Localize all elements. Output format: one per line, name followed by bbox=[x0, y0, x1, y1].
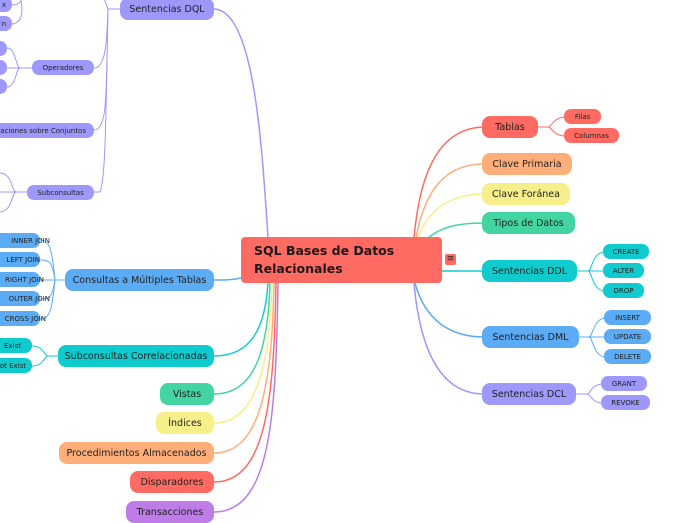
root-topic[interactable]: SQL Bases de Datos Relacionales bbox=[241, 237, 442, 283]
topic-sentencias-dcl[interactable]: Sentencias DCL bbox=[482, 383, 576, 405]
topic-sentencias-dql[interactable]: Sentencias DQL bbox=[120, 0, 214, 20]
subtopic-grant[interactable]: GRANT bbox=[601, 376, 647, 391]
topic-label: Tablas bbox=[495, 121, 525, 133]
topic-sentencias-dml[interactable]: Sentencias DML bbox=[482, 326, 579, 348]
subtopic-inner-join[interactable]: INNER JOIN bbox=[0, 233, 50, 248]
subtopic-not-exist[interactable]: Not Exist bbox=[0, 358, 32, 373]
topic-label: Clave Foránea bbox=[492, 188, 560, 200]
subtopic-left-join[interactable]: LEFT JOIN bbox=[0, 252, 40, 267]
topic-label: Sentencias DDL bbox=[491, 265, 568, 277]
subtopic-label: GRANT bbox=[611, 379, 637, 388]
subtopic-label: Not Exist bbox=[0, 361, 26, 370]
link-indices bbox=[213, 282, 273, 424]
subtopic-filas[interactable]: Filas bbox=[564, 109, 601, 124]
subtopic-label: LEFT JOIN bbox=[6, 255, 40, 264]
link-multiples bbox=[213, 277, 242, 281]
topic-sentencias-ddl[interactable]: Sentencias DDL bbox=[482, 260, 577, 282]
subtopic-right-join[interactable]: RIGHT JOIN bbox=[0, 272, 44, 287]
subtopic-exist[interactable]: Exist bbox=[0, 338, 32, 353]
link-insert bbox=[579, 317, 607, 338]
subtopic-label: x bbox=[1, 0, 6, 9]
link-dql bbox=[213, 8, 269, 238]
topic-label: Sentencias DQL bbox=[129, 3, 205, 15]
link-operador-3 bbox=[6, 67, 21, 88]
subtopic-label: RIGHT JOIN bbox=[5, 275, 44, 284]
topic-label: Vistas bbox=[172, 388, 202, 400]
link-dcl bbox=[413, 282, 485, 395]
subtopic-operadores[interactable]: Operadores bbox=[32, 60, 94, 75]
topic-procedimientos-almacenados[interactable]: Procedimientos Almacenados bbox=[59, 442, 214, 464]
link-create bbox=[577, 251, 606, 272]
link-tipos-datos bbox=[427, 222, 485, 239]
subtopic-label: Operaciones sobre Conjuntos bbox=[0, 126, 86, 135]
topic-vistas[interactable]: Vistas bbox=[160, 383, 214, 405]
subtopic-label: Exist bbox=[4, 341, 21, 350]
subtopic-label: UPDATE bbox=[613, 332, 642, 341]
topic-disparadores[interactable]: Disparadores bbox=[130, 471, 214, 493]
link-dql-partial-1 bbox=[11, 0, 22, 6]
topic-label: Disparadores bbox=[140, 476, 204, 488]
subtopic-label: CREATE bbox=[612, 247, 640, 256]
subtopic-delete[interactable]: DELETE bbox=[604, 349, 651, 364]
topic-tablas[interactable]: Tablas bbox=[482, 116, 538, 138]
root-title: SQL Bases de Datos Relacionales bbox=[254, 243, 395, 276]
subtopic-label: INNER JOIN bbox=[11, 236, 50, 245]
link-operador-1 bbox=[6, 47, 32, 69]
topic-label: Sentencias DCL bbox=[491, 388, 567, 400]
topic-label: Índices bbox=[168, 417, 202, 429]
subtopic-alter[interactable]: ALTER bbox=[603, 263, 644, 278]
subtopic-columnas[interactable]: Columnas bbox=[564, 128, 619, 143]
menu-icon[interactable]: ≡ bbox=[445, 254, 456, 265]
subtopic-insert[interactable]: INSERT bbox=[604, 310, 651, 325]
subtopic-cross-join[interactable]: CROSS JOIN bbox=[0, 311, 46, 326]
subtopic-label: Subconsultas bbox=[37, 188, 84, 197]
link-subconsulta-3 bbox=[0, 191, 17, 213]
link-correlacionadas bbox=[213, 282, 269, 357]
link-dql-up bbox=[104, 0, 109, 10]
subtopic-label: DELETE bbox=[614, 352, 641, 361]
subtopic-label: DROP bbox=[613, 286, 634, 295]
topic-label: Clave Primaria bbox=[492, 158, 562, 170]
subtopic-label: OUTER JOIN bbox=[8, 294, 50, 303]
subtopic-create[interactable]: CREATE bbox=[603, 244, 649, 259]
link-operadores bbox=[93, 8, 109, 69]
topic-label: Procedimientos Almacenados bbox=[66, 447, 207, 459]
topic-tipos-de-datos[interactable]: Tipos de Datos bbox=[482, 212, 575, 234]
link-subconsulta-1 bbox=[0, 172, 27, 193]
subtopic-label: Operadores bbox=[42, 63, 84, 72]
topic-label: Sentencias DML bbox=[492, 331, 569, 343]
subtopic-label: INSERT bbox=[615, 313, 640, 322]
topic-clave-foranea[interactable]: Clave Foránea bbox=[482, 183, 570, 205]
topic-consultas-multiples-tablas[interactable]: Consultas a Múltiples Tablas bbox=[65, 269, 214, 291]
subtopic-label: Columnas bbox=[574, 131, 609, 140]
topic-clave-primaria[interactable]: Clave Primaria bbox=[482, 153, 572, 175]
link-not-exist bbox=[31, 355, 49, 367]
topic-label: Subconsultas Correlacionadas bbox=[64, 350, 208, 362]
subtopic-label: CROSS JOIN bbox=[4, 314, 46, 323]
link-tablas bbox=[413, 126, 485, 239]
subtopic-update[interactable]: UPDATE bbox=[604, 329, 651, 344]
subtopic-label: n bbox=[1, 19, 6, 28]
topic-indices[interactable]: Índices bbox=[156, 412, 214, 434]
subtopic-subconsultas[interactable]: Subconsultas bbox=[27, 185, 94, 200]
topic-subconsultas-correlacionadas[interactable]: Subconsultas Correlacionadas bbox=[58, 345, 214, 367]
link-filas bbox=[538, 116, 567, 128]
link-conjuntos bbox=[93, 59, 108, 131]
link-vistas bbox=[213, 282, 271, 395]
subtopic-outer-join[interactable]: OUTER JOIN bbox=[0, 291, 50, 306]
topic-label: Consultas a Múltiples Tablas bbox=[72, 274, 207, 286]
topic-label: Transacciones bbox=[136, 506, 204, 518]
subtopic-label: ALTER bbox=[612, 266, 635, 275]
subtopic-revoke[interactable]: REVOKE bbox=[601, 395, 650, 410]
link-exist bbox=[31, 345, 58, 357]
link-grant bbox=[576, 383, 604, 395]
subtopic-drop[interactable]: DROP bbox=[603, 283, 644, 298]
subtopic-label: Filas bbox=[574, 112, 591, 121]
link-dml bbox=[414, 282, 485, 338]
subtopic-label: REVOKE bbox=[611, 398, 640, 407]
subtopic-operaciones-conjuntos[interactable]: Operaciones sobre Conjuntos bbox=[0, 123, 94, 138]
topic-label: Tipos de Datos bbox=[493, 217, 564, 229]
